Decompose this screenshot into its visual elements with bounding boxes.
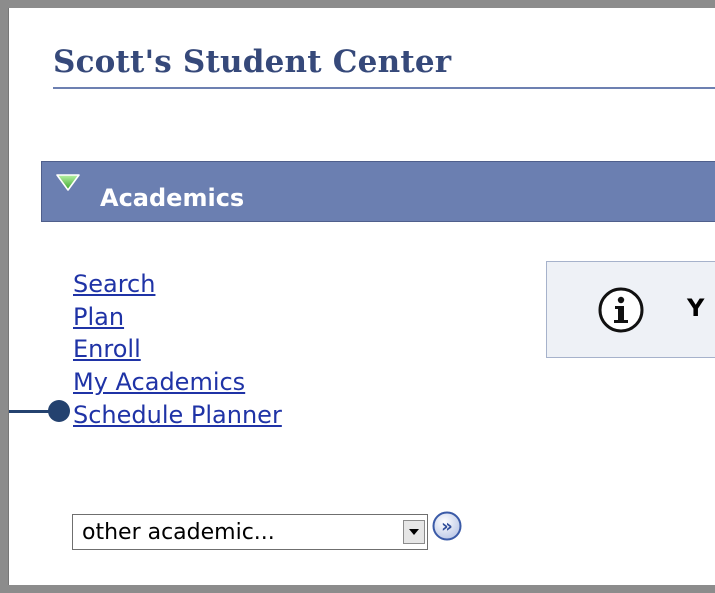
academics-section-header[interactable]: Academics xyxy=(41,161,715,222)
dropdown-arrow-icon[interactable] xyxy=(403,520,425,544)
select-value: other academic... xyxy=(82,520,275,545)
expand-triangle-icon[interactable] xyxy=(56,174,80,192)
info-message-text: Y xyxy=(687,294,705,322)
link-enroll[interactable]: Enroll xyxy=(73,333,282,366)
section-title: Academics xyxy=(100,184,245,212)
other-academic-select[interactable]: other academic... xyxy=(72,514,428,550)
info-icon xyxy=(598,287,644,333)
link-plan[interactable]: Plan xyxy=(73,301,282,334)
callout-pointer-dot xyxy=(48,400,70,422)
student-center-page: Scott's Student Center Academics Search … xyxy=(8,8,715,585)
info-message-box: Y xyxy=(546,261,715,358)
go-arrow-icon[interactable]: » xyxy=(432,511,462,541)
link-schedule-planner[interactable]: Schedule Planner xyxy=(73,399,282,432)
go-button-glyph: » xyxy=(441,516,453,537)
page-title: Scott's Student Center xyxy=(53,44,452,80)
academics-links: Search Plan Enroll My Academics Schedule… xyxy=(73,268,282,432)
link-search[interactable]: Search xyxy=(73,268,282,301)
title-divider xyxy=(53,87,715,89)
link-my-academics[interactable]: My Academics xyxy=(73,366,282,399)
